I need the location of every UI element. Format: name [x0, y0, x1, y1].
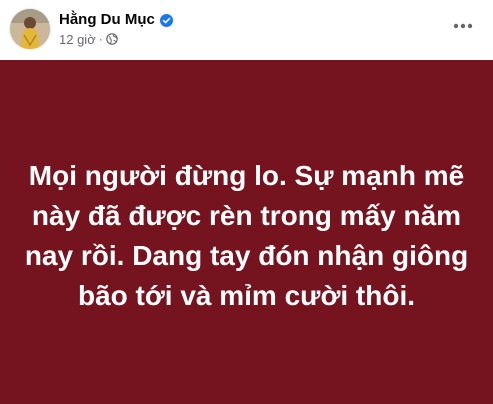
- author-name[interactable]: Hằng Du Mục: [59, 11, 155, 29]
- more-options-button[interactable]: [447, 10, 479, 42]
- meta-separator: ·: [98, 32, 103, 46]
- more-horizontal-icon: [453, 23, 473, 29]
- status-background: Mọi người đừng lo. Sự mạnh mẽ này đã đượ…: [0, 60, 493, 404]
- status-text: Mọi người đừng lo. Sự mạnh mẽ này đã đượ…: [24, 160, 469, 311]
- verified-badge-icon: [159, 13, 173, 27]
- post-header: Hằng Du Mục 12 giờ ·: [0, 0, 493, 60]
- avatar[interactable]: [10, 9, 50, 49]
- post-meta: 12 giờ ·: [59, 31, 118, 47]
- author-line: Hằng Du Mục: [59, 11, 173, 29]
- facebook-post: Hằng Du Mục 12 giờ · Mọi người đừng lo. …: [0, 0, 493, 404]
- globe-icon[interactable]: [105, 33, 118, 45]
- avatar-image: [10, 9, 50, 49]
- post-timestamp[interactable]: 12 giờ: [59, 32, 96, 47]
